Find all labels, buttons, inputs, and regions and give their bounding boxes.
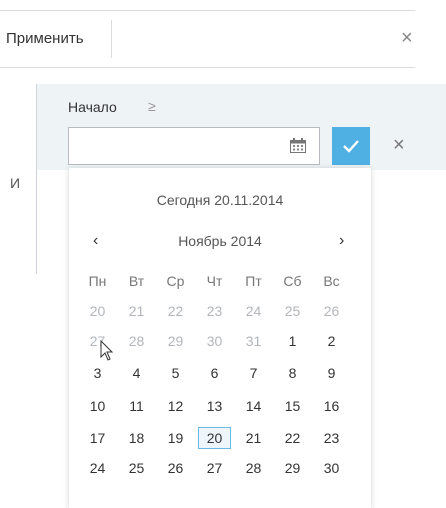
week-row: 27 28 29 30 31 1 2 [82, 331, 362, 351]
day-cell[interactable]: 17 [82, 428, 113, 448]
day-cell[interactable]: 24 [82, 458, 113, 478]
day-cell[interactable]: 1 [277, 331, 308, 351]
comparison-operator[interactable]: ≥ [148, 98, 156, 114]
day-cell[interactable]: 12 [160, 396, 191, 416]
month-label: Ноябрь 2014 [178, 233, 262, 249]
confirm-button[interactable] [332, 127, 370, 165]
check-icon [343, 140, 359, 153]
datepicker-popup: Сегодня 20.11.2014 ‹ Ноябрь 2014 › Пн Вт… [69, 168, 371, 508]
weekday-label: Чт [206, 273, 223, 289]
day-cell[interactable]: 11 [121, 396, 152, 416]
logic-operator-label[interactable]: И [10, 175, 20, 191]
day-cell[interactable]: 6 [199, 363, 230, 383]
toolbar-separator [111, 20, 112, 58]
day-cell[interactable]: 30 [316, 458, 347, 478]
day-cell[interactable]: 20 [82, 301, 113, 321]
weekday-label: Пн [88, 273, 107, 289]
day-cell[interactable]: 2 [316, 331, 347, 351]
day-cell[interactable]: 23 [199, 301, 230, 321]
day-cell[interactable]: 26 [316, 301, 347, 321]
today-link[interactable]: Сегодня 20.11.2014 [69, 192, 371, 208]
day-cell[interactable]: 18 [121, 428, 152, 448]
day-cell[interactable]: 28 [238, 458, 269, 478]
week-row: 17 18 19 20 21 22 23 [82, 427, 362, 449]
cancel-icon[interactable]: × [393, 135, 405, 155]
weekday-label: Пт [245, 273, 262, 289]
day-cell[interactable]: 7 [238, 363, 269, 383]
day-cell[interactable]: 25 [121, 458, 152, 478]
day-cell[interactable]: 19 [160, 428, 191, 448]
top-divider [0, 10, 415, 11]
day-cell[interactable]: 21 [238, 428, 269, 448]
group-bracket-line [36, 84, 37, 274]
week-row: 20 21 22 23 24 25 26 [82, 301, 362, 321]
week-row: 10 11 12 13 14 15 16 [82, 396, 362, 416]
day-cell[interactable]: 27 [199, 458, 230, 478]
day-cell[interactable]: 9 [316, 363, 347, 383]
close-icon[interactable]: × [401, 28, 413, 48]
mouse-cursor-icon [100, 340, 114, 361]
weekday-header: Пн Вт Ср Чт Пт Сб Вс [82, 271, 362, 291]
day-cell[interactable]: 22 [277, 428, 308, 448]
day-cell[interactable]: 28 [121, 331, 152, 351]
day-cell-selected[interactable]: 20 [198, 427, 231, 449]
next-month-button[interactable]: › [339, 232, 344, 250]
day-cell[interactable]: 5 [160, 363, 191, 383]
day-cell[interactable]: 3 [82, 363, 113, 383]
day-cell[interactable]: 23 [316, 428, 347, 448]
weekday-label: Вс [323, 273, 340, 289]
date-input[interactable] [68, 127, 320, 165]
week-row: 24 25 26 27 28 29 30 [82, 458, 362, 478]
field-name-label[interactable]: Начало [68, 99, 117, 115]
day-cell[interactable]: 25 [277, 301, 308, 321]
apply-button[interactable]: Применить [6, 30, 84, 47]
weekday-label: Ср [166, 273, 185, 289]
day-cell[interactable]: 29 [160, 331, 191, 351]
day-cell[interactable]: 14 [238, 396, 269, 416]
day-cell[interactable]: 22 [160, 301, 191, 321]
day-cell[interactable]: 13 [199, 396, 230, 416]
day-cell[interactable]: 16 [316, 396, 347, 416]
weekday-label: Вт [128, 273, 145, 289]
day-cell[interactable]: 21 [121, 301, 152, 321]
day-cell[interactable]: 30 [199, 331, 230, 351]
day-cell[interactable]: 31 [238, 331, 269, 351]
day-cell[interactable]: 15 [277, 396, 308, 416]
toolbar-divider [0, 67, 415, 68]
calendar-icon[interactable] [290, 138, 306, 153]
day-cell[interactable]: 4 [121, 363, 152, 383]
day-cell[interactable]: 8 [277, 363, 308, 383]
week-row: 3 4 5 6 7 8 9 [82, 363, 362, 383]
day-cell[interactable]: 10 [82, 396, 113, 416]
weekday-label: Сб [283, 273, 302, 289]
day-cell[interactable]: 26 [160, 458, 191, 478]
day-cell[interactable]: 29 [277, 458, 308, 478]
day-cell[interactable]: 24 [238, 301, 269, 321]
